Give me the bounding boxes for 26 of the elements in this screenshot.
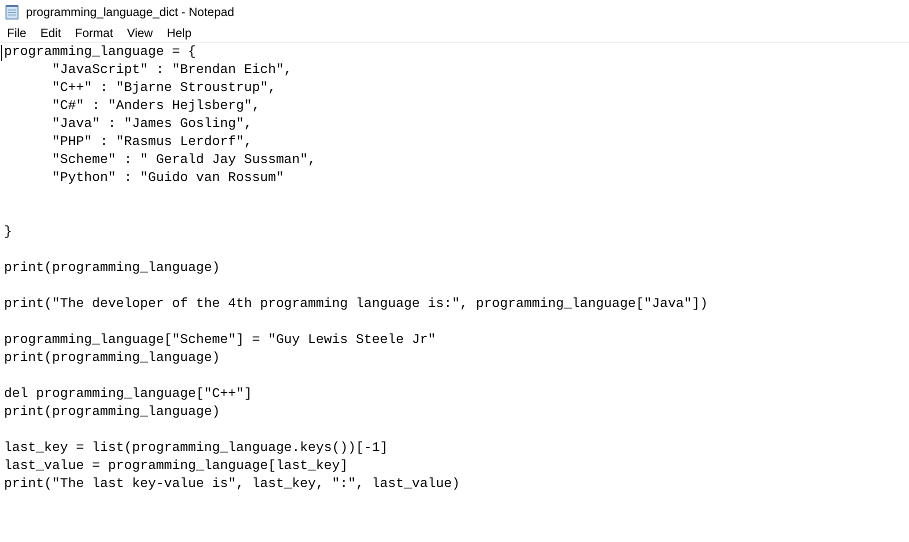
code-line: print("The developer of the 4th programming language is:", programming_language["Java"]) [4,296,708,314]
code-line: programming_language = { [4,44,196,62]
code-line: "Java" : "James Gosling", [50,116,252,134]
window-title: programming_language_dict - Notepad [26,4,234,21]
code-line: "C#" : "Anders Hejlsberg", [50,98,260,116]
code-line: print(programming_language) [4,260,220,278]
text-cursor [1,45,2,61]
code-line: last_key = list(programming_language.keys())[-1] [4,440,388,458]
code-line: print(programming_language) [4,350,220,368]
code-line: "PHP" : "Rasmus Lerdorf", [50,134,252,152]
menu-item[interactable]: Format [68,24,120,42]
code-line: print(programming_language) [4,404,220,422]
code-line: "Scheme" : " Gerald Jay Sussman", [50,152,316,170]
menu-item[interactable]: View [120,24,160,42]
code-line: programming_language["Scheme"] = "Guy Lewis Steele Jr" [4,332,436,350]
code-line: } [4,224,12,242]
code-line: "Python" : "Guido van Rossum" [50,170,284,188]
code-line: last_value = programming_language[last_key] [4,458,348,476]
code-line: "JavaScript" : "Brendan Eich", [50,62,292,80]
code-line: print("The last key-value is", last_key, ":", last_value) [4,476,460,494]
code-line: "C++" : "Bjarne Stroustrup", [50,80,276,98]
notepad-icon [4,4,20,20]
menu-item[interactable]: Edit [33,24,68,42]
code-line: del programming_language["C++"] [4,386,252,404]
menu-item[interactable]: Help [160,24,199,42]
menu-item[interactable]: File [0,24,34,42]
